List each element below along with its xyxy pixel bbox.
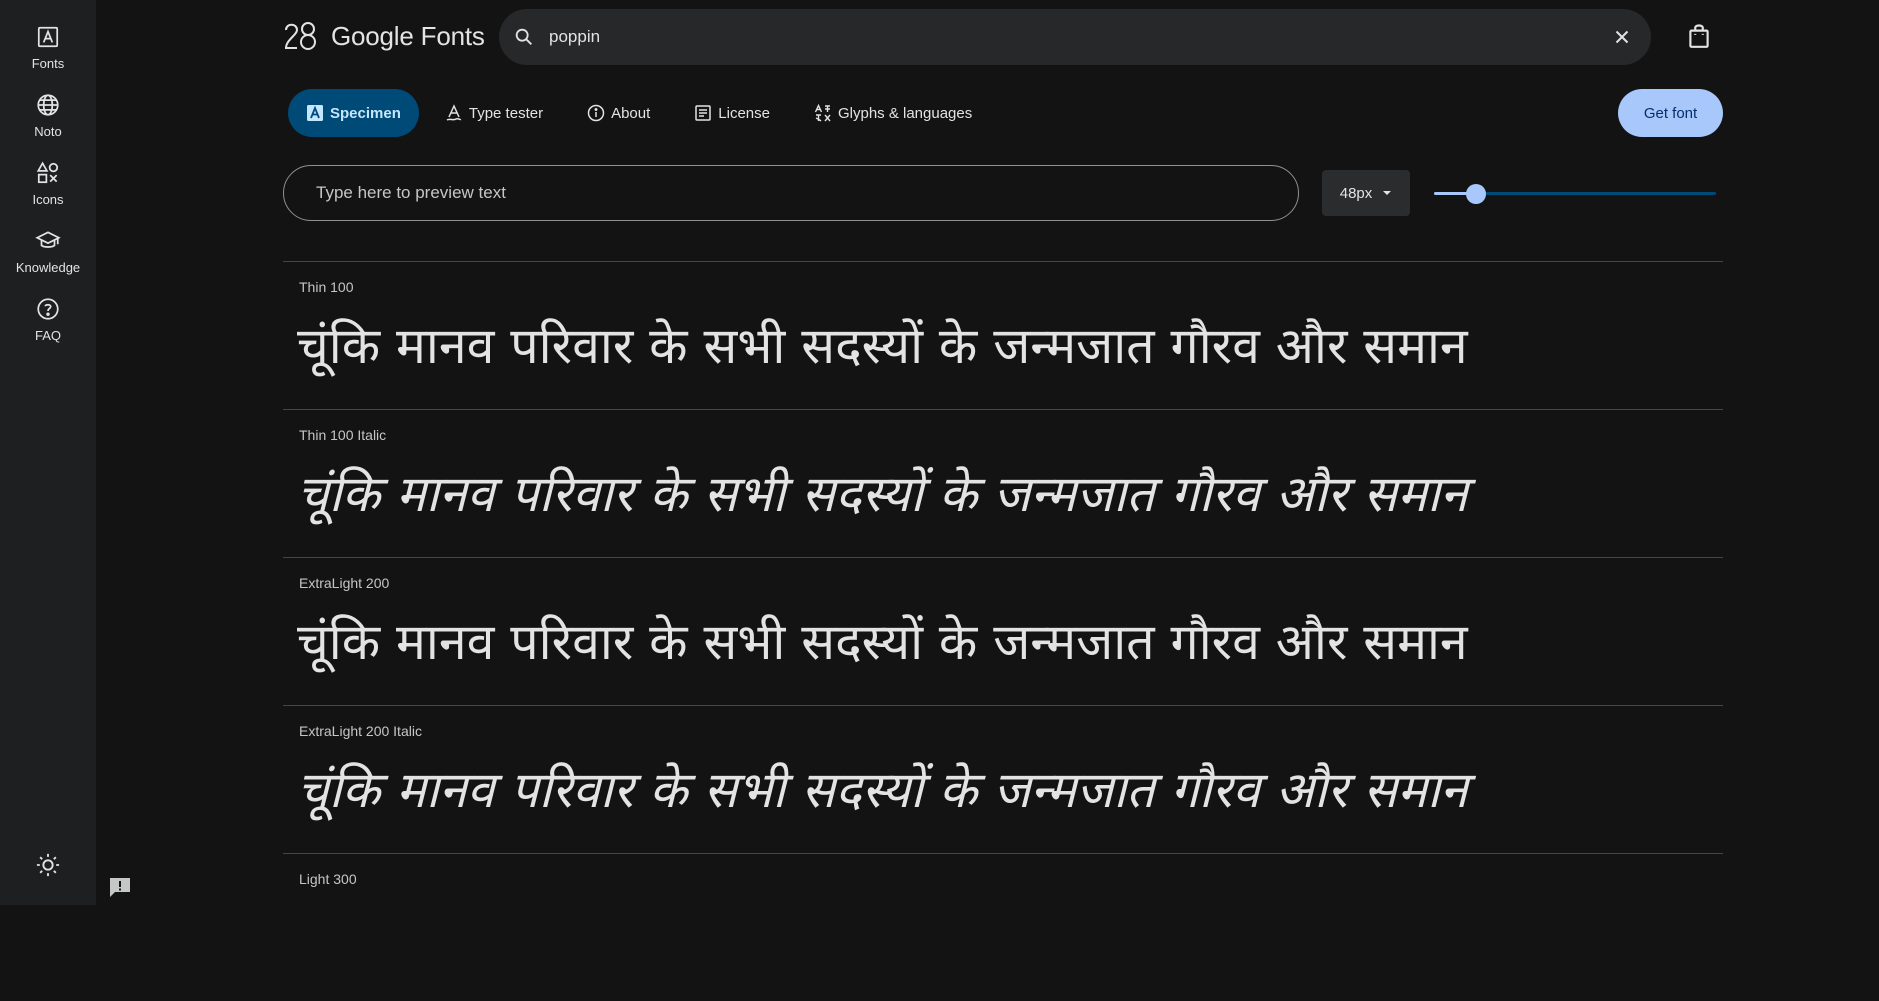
style-row-light-300[interactable]: Light 300 <box>283 853 1723 1001</box>
font-size-slider[interactable] <box>1434 183 1716 204</box>
rail-item-faq[interactable]: FAQ <box>0 296 96 343</box>
specimen-icon <box>307 105 323 121</box>
tab-glyphs-languages[interactable]: Glyphs & languages <box>796 89 990 137</box>
tab-about[interactable]: About <box>569 89 668 137</box>
logo-text: Google Fonts <box>331 20 485 51</box>
rail-label-fonts: Fonts <box>31 56 65 71</box>
close-icon[interactable] <box>1611 26 1633 48</box>
globe-icon <box>37 94 59 116</box>
tab-license[interactable]: License <box>676 89 788 137</box>
chevron-down-icon <box>1383 191 1392 195</box>
shopping-bag-icon[interactable] <box>1686 22 1712 50</box>
style-label: ExtraLight 200 Italic <box>299 723 422 739</box>
search-icon <box>515 28 532 45</box>
google-fonts-logo-icon <box>284 22 316 50</box>
tab-label: Specimen <box>330 104 401 122</box>
license-icon <box>695 105 712 121</box>
slider-thumb[interactable] <box>1466 184 1487 204</box>
navigation-rail: Fonts Noto Icons Knowledge FAQ <box>0 0 96 905</box>
style-label: ExtraLight 200 <box>299 575 390 591</box>
tab-label: Glyphs & languages <box>837 104 973 122</box>
theme-toggle-icon[interactable] <box>34 851 62 879</box>
style-row-extralight-200[interactable]: ExtraLight 200 चूंकि मानव परिवार के सभी … <box>283 557 1723 705</box>
search-input[interactable] <box>547 26 1611 48</box>
rail-label-noto: Noto <box>34 124 62 139</box>
shapes-icon <box>36 161 59 184</box>
search-bar[interactable] <box>499 9 1651 65</box>
style-label: Thin 100 Italic <box>299 427 387 443</box>
rail-label-icons: Icons <box>32 192 64 207</box>
preview-text-field[interactable] <box>283 165 1299 221</box>
feedback-icon[interactable] <box>108 876 132 898</box>
font-icon <box>37 26 59 48</box>
font-styles-list: Thin 100 चूंकि मानव परिवार के सभी सदस्यो… <box>283 261 1723 1001</box>
google-fonts-logo[interactable]: Google Fonts <box>283 18 485 54</box>
rail-item-fonts[interactable]: Fonts <box>0 24 96 71</box>
style-sample-text[interactable]: चूंकि मानव परिवार के सभी सदस्यों के जन्म… <box>297 758 1468 822</box>
specimen-tabs: Specimen Type tester About License Glyph… <box>288 89 998 137</box>
tab-label: Type tester <box>468 104 544 122</box>
tab-label: About <box>611 104 651 122</box>
graduation-cap-icon <box>35 231 61 248</box>
tab-label: License <box>718 104 770 122</box>
get-font-button[interactable]: Get font <box>1618 89 1723 137</box>
style-row-thin-100[interactable]: Thin 100 चूंकि मानव परिवार के सभी सदस्यो… <box>283 261 1723 409</box>
help-circle-icon <box>37 298 59 320</box>
style-label: Thin 100 <box>299 279 354 295</box>
font-size-select[interactable]: 48px <box>1322 170 1410 216</box>
rail-item-knowledge[interactable]: Knowledge <box>0 228 96 275</box>
font-size-value: 48px <box>1339 184 1373 202</box>
style-sample-text[interactable]: चूंकि मानव परिवार के सभी सदस्यों के जन्म… <box>297 610 1468 674</box>
tab-type-tester[interactable]: Type tester <box>427 89 561 137</box>
style-sample-text[interactable]: चूंकि मानव परिवार के सभी सदस्यों के जन्म… <box>297 314 1468 378</box>
style-row-thin-100-italic[interactable]: Thin 100 Italic चूंकि मानव परिवार के सभी… <box>283 409 1723 557</box>
type-tester-icon <box>446 104 462 121</box>
rail-label-knowledge: Knowledge <box>15 260 81 275</box>
rail-label-faq: FAQ <box>34 328 61 343</box>
glyphs-icon <box>814 104 831 122</box>
info-icon <box>587 104 605 122</box>
style-row-extralight-200-italic[interactable]: ExtraLight 200 Italic चूंकि मानव परिवार … <box>283 705 1723 853</box>
style-label: Light 300 <box>299 871 357 887</box>
style-sample-text[interactable]: चूंकि मानव परिवार के सभी सदस्यों के जन्म… <box>297 462 1468 526</box>
rail-item-noto[interactable]: Noto <box>0 92 96 139</box>
rail-item-icons[interactable]: Icons <box>0 160 96 207</box>
preview-text-input[interactable] <box>314 182 1298 204</box>
tab-specimen[interactable]: Specimen <box>288 89 419 137</box>
